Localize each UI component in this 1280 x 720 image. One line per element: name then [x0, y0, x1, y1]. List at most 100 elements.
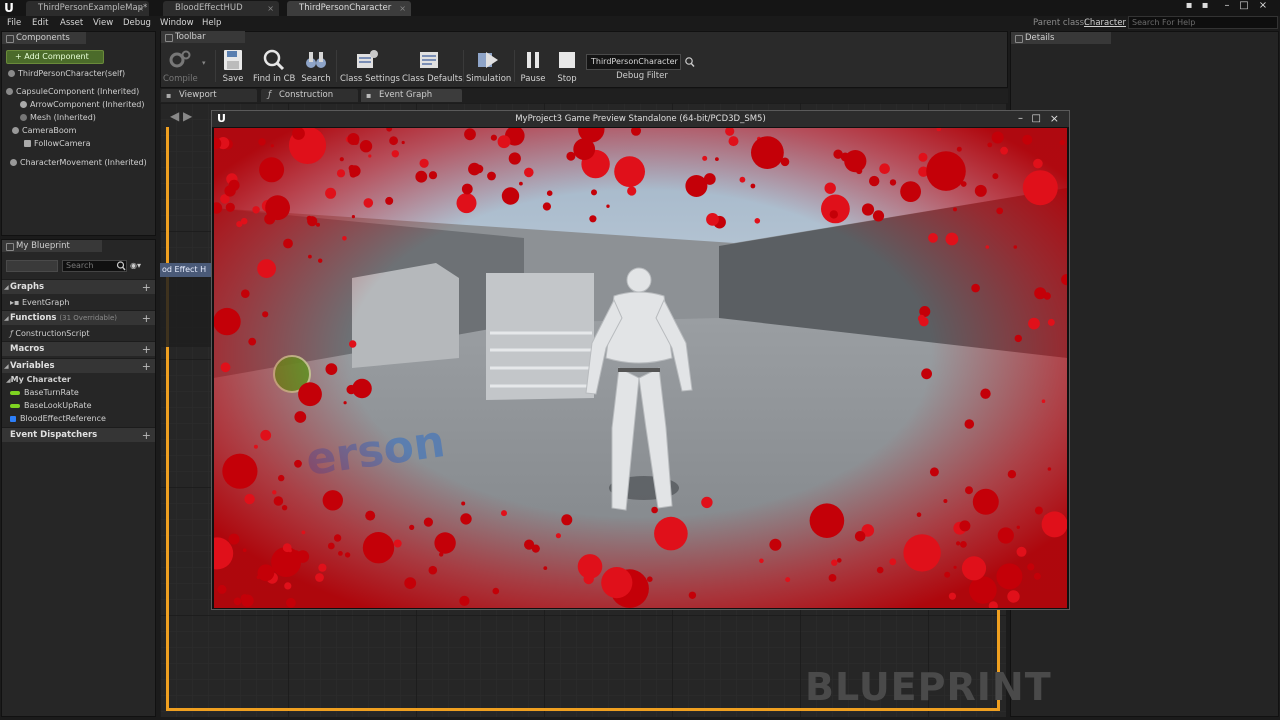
add-component-button[interactable]: + Add Component: [6, 50, 104, 64]
component-item-character-movement[interactable]: CharacterMovement (Inherited): [10, 156, 147, 169]
component-item-mesh[interactable]: Mesh (Inherited): [20, 111, 96, 124]
component-item-capsule[interactable]: CapsuleComponent (Inherited): [6, 85, 139, 98]
event-dispatchers-section[interactable]: Event Dispatchers +: [2, 427, 155, 442]
notification-icon[interactable]: ▪: [1182, 0, 1196, 12]
minimize-icon[interactable]: –: [1220, 0, 1234, 12]
close-icon[interactable]: ×: [267, 1, 274, 16]
details-tab[interactable]: Details: [1011, 32, 1111, 44]
tab-blood-effect-hud[interactable]: BloodEffectHUD ×: [163, 1, 279, 16]
menu-window[interactable]: Window: [160, 16, 194, 30]
my-blueprint-tab[interactable]: My Blueprint: [2, 240, 102, 252]
pause-button[interactable]: Pause: [518, 47, 548, 85]
source-control-icon[interactable]: ▪: [1198, 0, 1212, 12]
view-options-eye-icon[interactable]: ◉▾: [130, 261, 148, 271]
blood-splatter: [573, 138, 596, 161]
add-new-button[interactable]: [6, 260, 58, 272]
menu-asset[interactable]: Asset: [60, 16, 83, 30]
search-button[interactable]: Search: [300, 47, 332, 85]
tab-third-person-example-map[interactable]: ThirdPersonExampleMap* ×: [26, 1, 149, 16]
simulation-play-icon: [476, 49, 500, 74]
blood-splatter: [928, 233, 938, 243]
debug-object-dropdown[interactable]: ThirdPersonCharacter ▾: [586, 54, 681, 70]
macros-section[interactable]: Macros +: [2, 341, 155, 356]
class-defaults-button[interactable]: Class Defaults: [402, 47, 463, 85]
blood-splatter: [701, 496, 713, 509]
component-item-follow-camera[interactable]: FollowCamera: [24, 137, 91, 150]
blood-splatter: [348, 164, 356, 172]
find-in-content-browser-button[interactable]: Find in CB: [253, 47, 295, 85]
graph-node-fragment[interactable]: od Effect H: [160, 263, 212, 277]
tab-construction-script[interactable]: ƒConstruction Script: [261, 89, 358, 113]
add-dispatcher-plus-icon[interactable]: +: [142, 428, 151, 443]
debug-find-icon[interactable]: [684, 55, 696, 69]
maximize-icon[interactable]: □: [1032, 111, 1041, 127]
tab-third-person-character[interactable]: ThirdPersonCharacter ×: [287, 1, 411, 16]
blood-splatter: [991, 131, 1004, 144]
menu-help[interactable]: Help: [202, 16, 221, 30]
blood-splatter: [278, 474, 285, 482]
compile-button[interactable]: Compile: [163, 47, 198, 85]
menu-debug[interactable]: Debug: [123, 16, 151, 30]
component-item-self[interactable]: ThirdPersonCharacter(self): [8, 67, 125, 80]
close-icon[interactable]: ×: [399, 1, 406, 16]
add-macro-plus-icon[interactable]: +: [142, 342, 151, 357]
help-search-input[interactable]: Search For Help: [1128, 16, 1278, 29]
variable-item[interactable]: BloodEffectReference: [10, 412, 106, 425]
close-icon[interactable]: ×: [137, 1, 144, 16]
component-item-camera-boom[interactable]: CameraBoom: [12, 124, 76, 137]
toolbar-separator: [336, 50, 337, 82]
function-item-construction-script[interactable]: ƒ ConstructionScript: [10, 327, 90, 340]
blood-splatter: [953, 207, 957, 212]
blood-splatter: [829, 210, 838, 219]
blood-splatter: [751, 136, 784, 169]
add-function-plus-icon[interactable]: +: [142, 311, 151, 326]
toolbar-tab[interactable]: Toolbar: [161, 31, 245, 43]
variable-category-my-character[interactable]: ◢My Character: [6, 373, 71, 386]
simulation-button[interactable]: Simulation: [466, 47, 511, 85]
unreal-logo-icon: U: [4, 1, 14, 15]
blood-splatter: [524, 167, 534, 178]
maximize-icon[interactable]: □: [1237, 0, 1251, 12]
close-icon[interactable]: ×: [1050, 111, 1059, 127]
menu-view[interactable]: View: [93, 16, 113, 30]
blood-splatter: [257, 259, 276, 278]
blood-splatter: [439, 552, 444, 557]
compile-gears-icon: [168, 49, 192, 74]
viewport-icon: ▪: [166, 91, 172, 100]
blood-splatter: [282, 543, 292, 553]
blood-splatter: [490, 134, 497, 141]
graph-item-event-graph[interactable]: ▸▪ EventGraph: [10, 296, 69, 309]
component-item-arrow[interactable]: ArrowComponent (Inherited): [20, 98, 144, 111]
save-button[interactable]: Save: [218, 47, 248, 85]
add-graph-plus-icon[interactable]: +: [142, 280, 151, 295]
add-variable-plus-icon[interactable]: +: [142, 359, 151, 374]
menu-file[interactable]: File: [7, 16, 21, 30]
tab-viewport[interactable]: ▪ Viewport: [161, 89, 257, 102]
stop-button[interactable]: Stop: [553, 47, 581, 85]
variable-item[interactable]: BaseTurnRate: [10, 386, 79, 399]
blood-splatter: [1007, 590, 1020, 603]
close-window-icon[interactable]: ×: [1256, 0, 1270, 12]
menu-edit[interactable]: Edit: [32, 16, 48, 30]
blood-splatter: [241, 289, 250, 298]
functions-section[interactable]: ◢ Functions (31 Overridable) +: [2, 310, 155, 325]
game-preview-window[interactable]: U MyProject3 Game Preview Standalone (64…: [211, 110, 1070, 610]
compile-options-chevron-down-icon[interactable]: ▾: [202, 59, 206, 67]
blood-splatter: [284, 582, 292, 590]
variable-item[interactable]: BaseLookUpRate: [10, 399, 92, 412]
blood-splatter: [960, 541, 967, 548]
blood-splatter: [889, 179, 897, 186]
parent-class-link[interactable]: Character: [1084, 17, 1126, 29]
minimize-icon[interactable]: –: [1018, 111, 1023, 127]
game-viewport[interactable]: erson: [214, 128, 1067, 608]
game-window-titlebar[interactable]: U MyProject3 Game Preview Standalone (64…: [212, 111, 1069, 127]
variables-section[interactable]: ◢ Variables +: [2, 358, 155, 373]
components-tab[interactable]: Components: [2, 32, 86, 44]
tab-event-graph[interactable]: ▪ Event Graph: [361, 89, 462, 102]
graph-back-forward-arrows[interactable]: ◀ ▶: [170, 109, 210, 125]
spring-arm-icon: [12, 127, 19, 134]
class-settings-button[interactable]: Class Settings: [340, 47, 400, 85]
blood-splatter: [456, 193, 477, 214]
blood-splatter: [253, 444, 258, 449]
graphs-section[interactable]: ◢ Graphs +: [2, 279, 155, 294]
